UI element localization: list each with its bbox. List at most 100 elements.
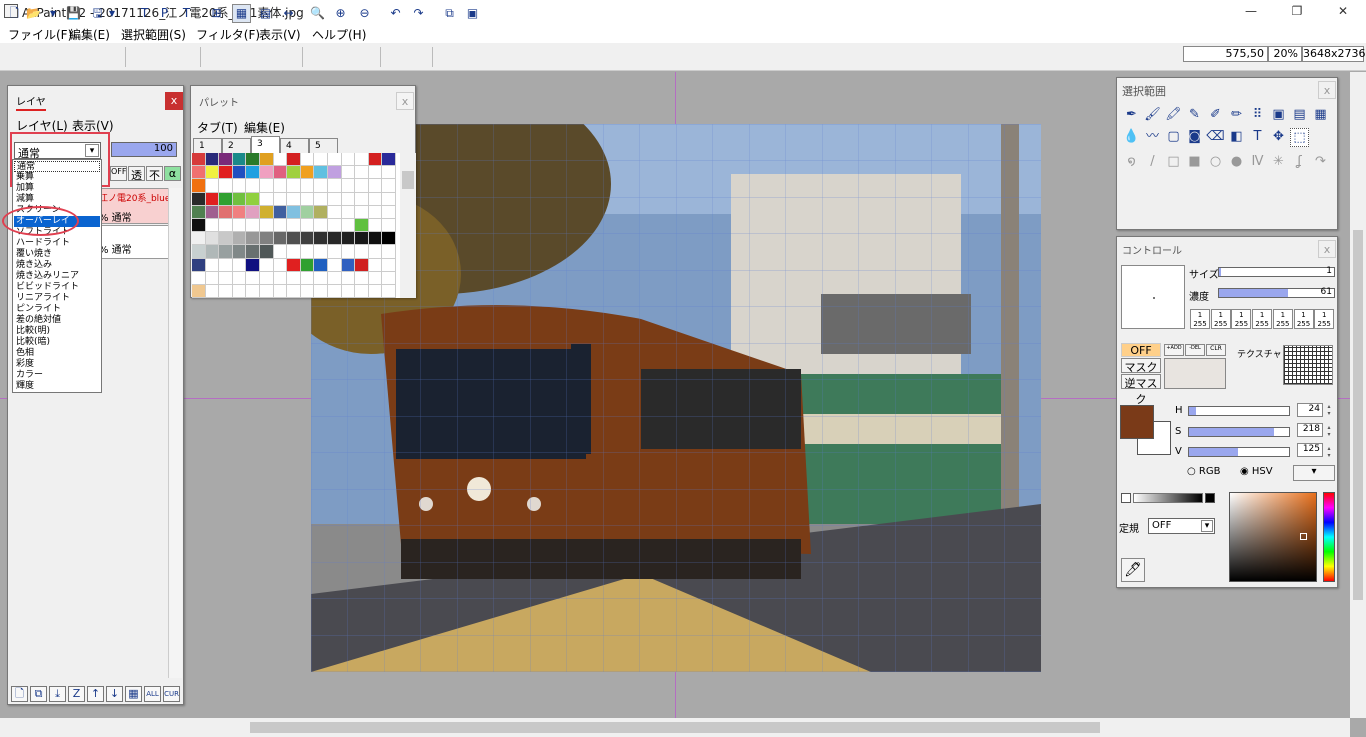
palette-swatch[interactable] <box>219 205 233 219</box>
canvas-image[interactable] <box>311 124 1041 672</box>
palette-swatch[interactable] <box>368 232 383 246</box>
palette-scrollbar[interactable] <box>400 153 416 298</box>
pressure-button[interactable]: 1 255 <box>1314 309 1335 329</box>
palette-swatch[interactable] <box>205 179 220 193</box>
palette-swatch[interactable] <box>300 232 315 246</box>
sv-color-picker[interactable] <box>1229 492 1317 582</box>
palette-swatch[interactable] <box>232 166 247 180</box>
grid-icon[interactable]: ⊞ <box>207 4 226 23</box>
palette-swatch[interactable] <box>260 219 274 233</box>
rect-icon[interactable]: □ <box>1164 153 1183 172</box>
white-swatch[interactable] <box>1121 493 1131 503</box>
layer-panel-close[interactable]: x <box>165 92 183 110</box>
fill-icon[interactable]: ▢ <box>1164 128 1183 147</box>
palette-swatch[interactable] <box>205 166 220 180</box>
close-button[interactable]: ✕ <box>1320 0 1366 23</box>
palette-swatch[interactable] <box>368 179 383 193</box>
palette-swatch[interactable] <box>341 245 356 259</box>
star-icon[interactable]: ✳ <box>1269 153 1288 172</box>
palette-swatch[interactable] <box>368 258 383 272</box>
palette-swatch[interactable] <box>246 205 260 219</box>
palette-swatch[interactable] <box>192 179 206 193</box>
palette-swatch[interactable] <box>314 271 328 285</box>
palette-swatch[interactable] <box>219 153 233 167</box>
palette-swatch[interactable] <box>273 179 288 193</box>
palette-swatch[interactable] <box>355 166 369 180</box>
palette-swatch[interactable] <box>382 245 396 259</box>
palette-swatch[interactable] <box>314 205 328 219</box>
palette-swatch[interactable] <box>192 271 206 285</box>
checker-icon[interactable]: ▦ <box>232 4 251 23</box>
fude-icon[interactable]: ✐ <box>1206 106 1225 125</box>
opacity-slider[interactable]: 100 <box>111 142 177 157</box>
blend-option[interactable]: ピンライト <box>14 304 100 315</box>
mask-button[interactable]: マスク <box>1121 358 1161 374</box>
select-icon[interactable]: ▣ <box>463 4 482 23</box>
palette-swatch[interactable] <box>232 271 247 285</box>
blur-icon[interactable]: 〰 <box>1143 128 1162 147</box>
select-rect-icon[interactable]: ⬚ <box>1290 128 1309 147</box>
blend-option[interactable]: 比較(暗) <box>14 337 100 348</box>
palette-swatch[interactable] <box>341 258 356 272</box>
new-icon[interactable]: 🗋 <box>5 4 24 23</box>
palette-swatch[interactable] <box>232 258 247 272</box>
palette-swatch[interactable] <box>205 205 220 219</box>
palette-swatch[interactable] <box>300 285 315 299</box>
palette-swatch[interactable] <box>219 258 233 272</box>
palette-swatch[interactable] <box>314 232 328 246</box>
palette-swatch[interactable] <box>205 219 220 233</box>
palette-swatch[interactable] <box>382 285 396 299</box>
blend-option[interactable]: ビビッドライト <box>14 282 100 293</box>
palette-swatch[interactable] <box>246 153 260 167</box>
move-down-icon[interactable]: ↓ <box>106 686 123 702</box>
pressure-button[interactable]: 1 255 <box>1190 309 1210 329</box>
marker-icon[interactable]: 🖍 <box>1164 106 1183 125</box>
palette-swatch[interactable] <box>260 271 274 285</box>
blend-option[interactable]: 差の絶対値 <box>14 315 100 326</box>
minimize-button[interactable]: — <box>1228 0 1274 23</box>
palette-swatch[interactable] <box>232 192 247 206</box>
palette-swatch[interactable] <box>328 245 342 259</box>
palette-swatch[interactable] <box>355 271 369 285</box>
palette-swatch[interactable] <box>246 258 260 272</box>
palette-swatch[interactable] <box>382 166 396 180</box>
foreground-color-swatch[interactable] <box>1120 405 1154 439</box>
blend-option[interactable]: 輝度 <box>14 381 100 392</box>
palette-swatch[interactable] <box>205 258 220 272</box>
palette-swatch[interactable] <box>246 271 260 285</box>
palette-panel-icon[interactable]: P <box>155 4 174 23</box>
layer-settings-icon[interactable]: ▦ <box>125 686 142 702</box>
palette-swatch[interactable] <box>246 192 260 206</box>
palette-swatch[interactable] <box>368 153 383 167</box>
palette-swatch[interactable] <box>368 245 383 259</box>
palette-swatch[interactable] <box>355 205 369 219</box>
palette-swatch[interactable] <box>260 166 274 180</box>
palette-swatch[interactable] <box>300 179 315 193</box>
palette-swatch[interactable] <box>382 179 396 193</box>
blend-option[interactable]: 覆い焼き <box>14 249 100 260</box>
palette-swatch[interactable] <box>287 285 301 299</box>
palette-swatch[interactable] <box>328 219 342 233</box>
fill-rect-icon[interactable]: ■ <box>1185 153 1204 172</box>
redo-icon[interactable]: ↷ <box>409 4 428 23</box>
line-icon[interactable]: / <box>1143 153 1162 172</box>
mask-off-button[interactable]: OFF <box>1121 343 1161 357</box>
zoom-in-icon[interactable]: ⊕ <box>331 4 350 23</box>
texture-preview[interactable] <box>1283 345 1333 385</box>
blend-option[interactable]: 減算 <box>14 194 100 205</box>
palette-swatch[interactable] <box>192 153 206 167</box>
palette-swatch[interactable] <box>192 285 206 299</box>
palette-swatch[interactable] <box>341 271 356 285</box>
menu-selection[interactable]: 選択範囲(S) <box>121 26 186 43</box>
mask-del-button[interactable]: -DEL <box>1185 344 1205 356</box>
palette-swatch[interactable] <box>368 271 383 285</box>
palette-swatch[interactable] <box>246 245 260 259</box>
palette-swatch[interactable] <box>314 245 328 259</box>
palette-swatch[interactable] <box>273 219 288 233</box>
grid2-icon[interactable]: ▤ <box>256 4 275 23</box>
palette-swatch[interactable] <box>314 285 328 299</box>
palette-swatch[interactable] <box>382 232 396 246</box>
palette-swatch[interactable] <box>314 258 328 272</box>
layer-row-2[interactable]: % 通常 <box>96 225 174 259</box>
horizontal-scroll-thumb[interactable] <box>250 722 1100 733</box>
